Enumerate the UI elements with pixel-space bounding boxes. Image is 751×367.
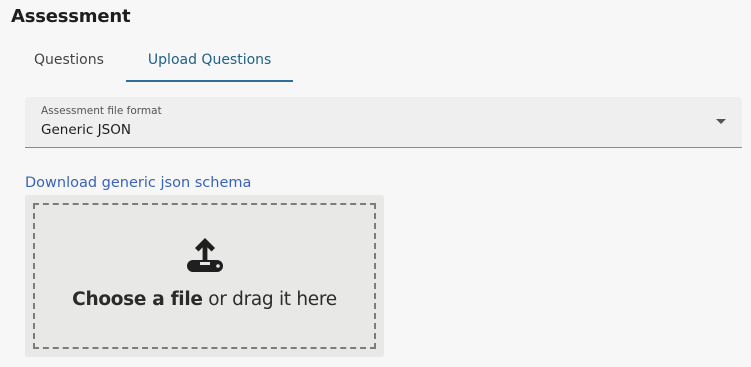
upload-icon [186, 238, 223, 272]
choose-file-text[interactable]: Choose a file [72, 289, 203, 310]
dropzone-dashed-area[interactable]: Choose a file or drag it here [33, 203, 376, 349]
select-label: Assessment file format [41, 105, 162, 117]
tab-bar: Questions Upload Questions [12, 40, 294, 82]
tab-questions[interactable]: Questions [12, 40, 126, 80]
caret-down-icon[interactable] [716, 119, 726, 124]
assessment-file-format-select[interactable]: Assessment file format Generic JSON [25, 97, 742, 148]
file-dropzone[interactable]: Choose a file or drag it here [25, 195, 384, 357]
page-title: Assessment [11, 6, 131, 27]
tab-upload-questions[interactable]: Upload Questions [125, 40, 294, 82]
dropzone-text: Choose a file or drag it here [72, 289, 337, 310]
drag-here-text: or drag it here [202, 289, 337, 310]
download-schema-link[interactable]: Download generic json schema [25, 175, 251, 191]
select-value: Generic JSON [41, 122, 131, 138]
